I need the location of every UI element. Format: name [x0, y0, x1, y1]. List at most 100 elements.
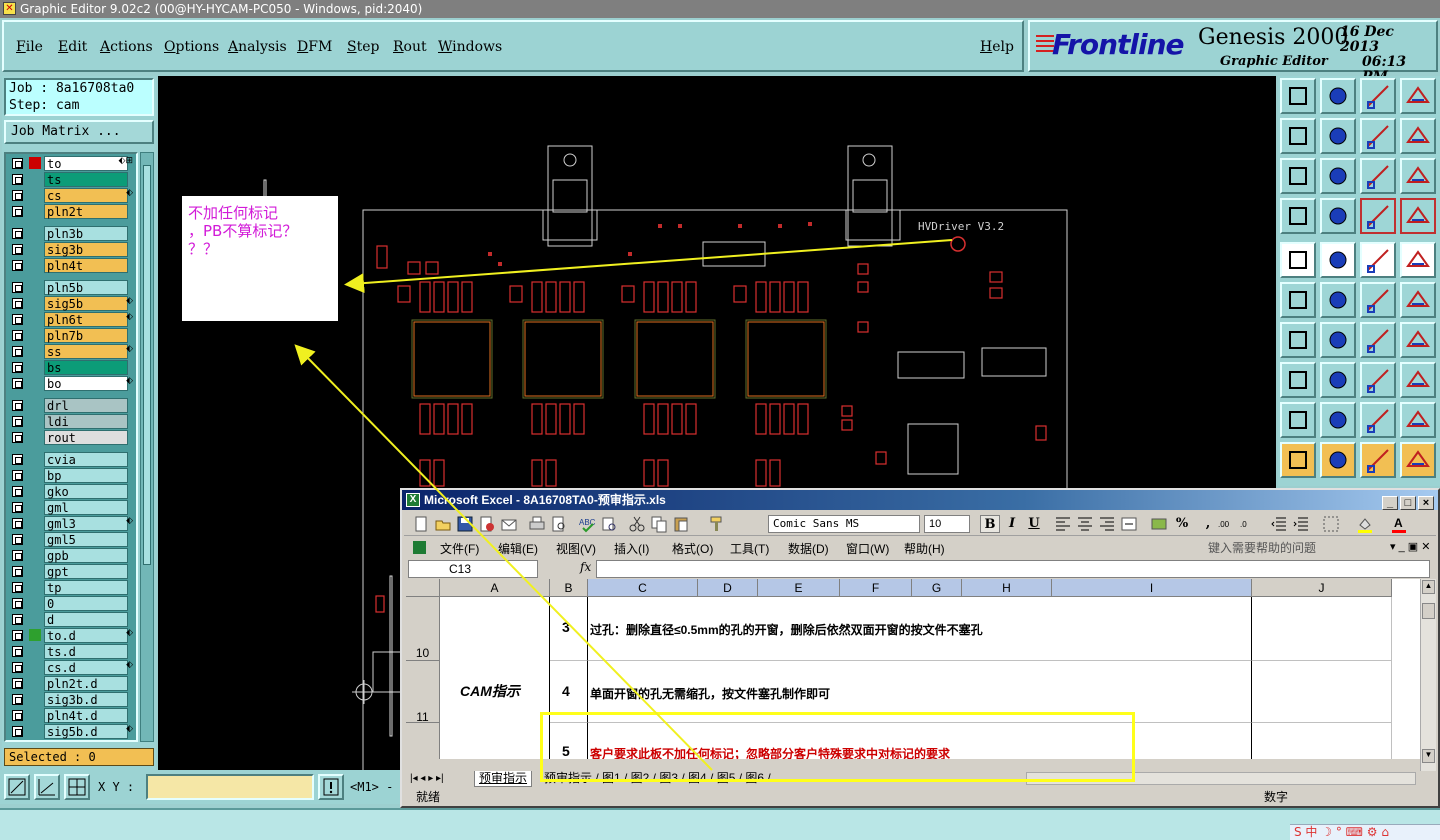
app-icon[interactable]: ✕ [3, 2, 16, 15]
excel-menu-help[interactable]: 帮助(H) [904, 540, 945, 557]
column-header-f[interactable]: F [840, 579, 912, 597]
layer-checkbox[interactable] [12, 330, 23, 341]
increase-indent-icon[interactable] [1292, 515, 1310, 533]
measure-tool-icon[interactable] [1280, 198, 1316, 234]
copy-icon[interactable] [650, 515, 668, 533]
merge-center-icon[interactable] [1120, 515, 1138, 533]
arc-icon[interactable] [1360, 322, 1396, 358]
layer-name[interactable]: rout [44, 430, 128, 445]
zoom-window-icon[interactable] [4, 774, 30, 800]
layer-row[interactable]: gml5 [9, 532, 135, 547]
layer-row[interactable]: tp [9, 580, 135, 595]
decrease-decimal-icon[interactable]: .0 [1240, 515, 1258, 533]
system-tray[interactable]: S 中 ☽ ° ⌨ ⚙ ⌂ [1290, 824, 1440, 840]
menu-rout[interactable]: Rout [393, 39, 427, 55]
layer-row[interactable]: ldi [9, 414, 135, 429]
align-right-icon[interactable] [1098, 515, 1116, 533]
snap-grid-icon[interactable] [64, 774, 90, 800]
layer-row[interactable]: bs [9, 360, 135, 375]
column-header-h[interactable]: H [962, 579, 1052, 597]
layer-checkbox[interactable] [12, 502, 23, 513]
layer-name[interactable]: sig3b.d [44, 692, 128, 707]
layer-checkbox[interactable] [12, 726, 23, 737]
underline-button[interactable]: U [1024, 515, 1044, 533]
triangle-icon[interactable] [1280, 402, 1316, 438]
layer-name[interactable]: bs [44, 360, 128, 375]
currency-icon[interactable] [1150, 515, 1168, 533]
excel-menu-format[interactable]: 格式(O) [672, 540, 713, 557]
layer-row[interactable]: sig3b [9, 242, 135, 257]
layer-row[interactable]: gko [9, 484, 135, 499]
cell-b10[interactable]: 3 [550, 597, 588, 661]
close-button[interactable]: × [1418, 496, 1434, 510]
layer-row[interactable]: bp [9, 468, 135, 483]
layer-row[interactable]: ss ⬖ [9, 344, 135, 359]
column-header-c[interactable]: C [588, 579, 698, 597]
layer-checkbox[interactable] [12, 694, 23, 705]
layer-row[interactable]: pln2t [9, 204, 135, 219]
layer-row[interactable]: gml3 ⬖ [9, 516, 135, 531]
layer-name[interactable]: gko [44, 484, 128, 499]
layer-checkbox[interactable] [12, 346, 23, 357]
layer-row[interactable]: ts.d [9, 644, 135, 659]
layer-row[interactable]: ts [9, 172, 135, 187]
italic-button[interactable]: I [1002, 515, 1022, 533]
path-edit-icon[interactable] [1400, 442, 1436, 478]
layer-row[interactable]: pln6t ⬖ [9, 312, 135, 327]
measure-icon[interactable] [34, 774, 60, 800]
layer-row[interactable]: drl [9, 398, 135, 413]
center-icon[interactable] [1320, 158, 1356, 194]
layer-name[interactable]: ss [44, 344, 128, 359]
fill-color-icon[interactable] [1356, 515, 1374, 533]
increase-decimal-icon[interactable]: .00 [1218, 515, 1236, 533]
layer-row[interactable]: pln2t.d [9, 676, 135, 691]
top-view-icon[interactable] [1280, 78, 1316, 114]
bottom-view-icon[interactable] [1320, 78, 1356, 114]
column-header-j[interactable]: J [1252, 579, 1392, 597]
layer-checkbox[interactable] [12, 630, 23, 641]
tab-scroll-buttons[interactable]: |◂ ◂ ▸ ▸| [410, 771, 444, 786]
layer-checkbox[interactable] [12, 206, 23, 217]
layer-name[interactable]: gml [44, 500, 128, 515]
layer-row[interactable]: cs.d ⬖ [9, 660, 135, 675]
layer-name[interactable]: drl [44, 398, 128, 413]
layer-name[interactable]: gpt [44, 564, 128, 579]
pointer-box-icon[interactable] [1320, 442, 1356, 478]
formula-input[interactable] [596, 560, 1430, 578]
layer-name[interactable]: pln2t.d [44, 676, 128, 691]
layer-checkbox[interactable] [12, 550, 23, 561]
dot-select-icon[interactable] [1280, 362, 1316, 398]
layer-scrollbar[interactable] [140, 152, 154, 742]
excel-menu-window[interactable]: 窗口(W) [846, 540, 889, 557]
route-icon[interactable] [1400, 118, 1436, 154]
layer-row[interactable]: sig5b.d ⬖ [9, 724, 135, 739]
layer-compare-icon[interactable] [1360, 198, 1396, 234]
layer-checkbox[interactable] [12, 158, 23, 169]
layer-name[interactable]: cs.d [44, 660, 128, 675]
ff-icon[interactable] [1400, 322, 1436, 358]
layer-name[interactable]: bp [44, 468, 128, 483]
scale-1-to-1-icon[interactable] [1360, 158, 1396, 194]
layer-name[interactable]: sig3b [44, 242, 128, 257]
layer-checkbox[interactable] [12, 598, 23, 609]
layer-name[interactable]: pln4t [44, 258, 128, 273]
layer-name[interactable]: gml3 [44, 516, 128, 531]
menu-file[interactable]: File [16, 39, 43, 55]
layer-name[interactable]: sig5b [44, 296, 128, 311]
layer-checkbox[interactable] [12, 710, 23, 721]
layer-name[interactable]: pln6t [44, 312, 128, 327]
layer-row[interactable]: to ⬖⊞ [9, 156, 135, 171]
sheet-vertical-scrollbar[interactable]: ▲ ▼ [1420, 579, 1436, 773]
paste-icon[interactable] [672, 515, 690, 533]
layer-checkbox[interactable] [12, 432, 23, 443]
save-icon[interactable] [456, 515, 474, 533]
layer-row[interactable]: 0 [9, 596, 135, 611]
layer-row[interactable]: rout [9, 430, 135, 445]
layer-checkbox[interactable] [12, 362, 23, 373]
excel-menu-view[interactable]: 视图(V) [556, 540, 596, 557]
excel-menu-insert[interactable]: 插入(I) [614, 540, 649, 557]
layer-row[interactable]: d [9, 612, 135, 627]
zoom-box-icon[interactable] [1360, 362, 1396, 398]
align-center-icon[interactable] [1076, 515, 1094, 533]
menu-options[interactable]: Options [164, 39, 219, 55]
